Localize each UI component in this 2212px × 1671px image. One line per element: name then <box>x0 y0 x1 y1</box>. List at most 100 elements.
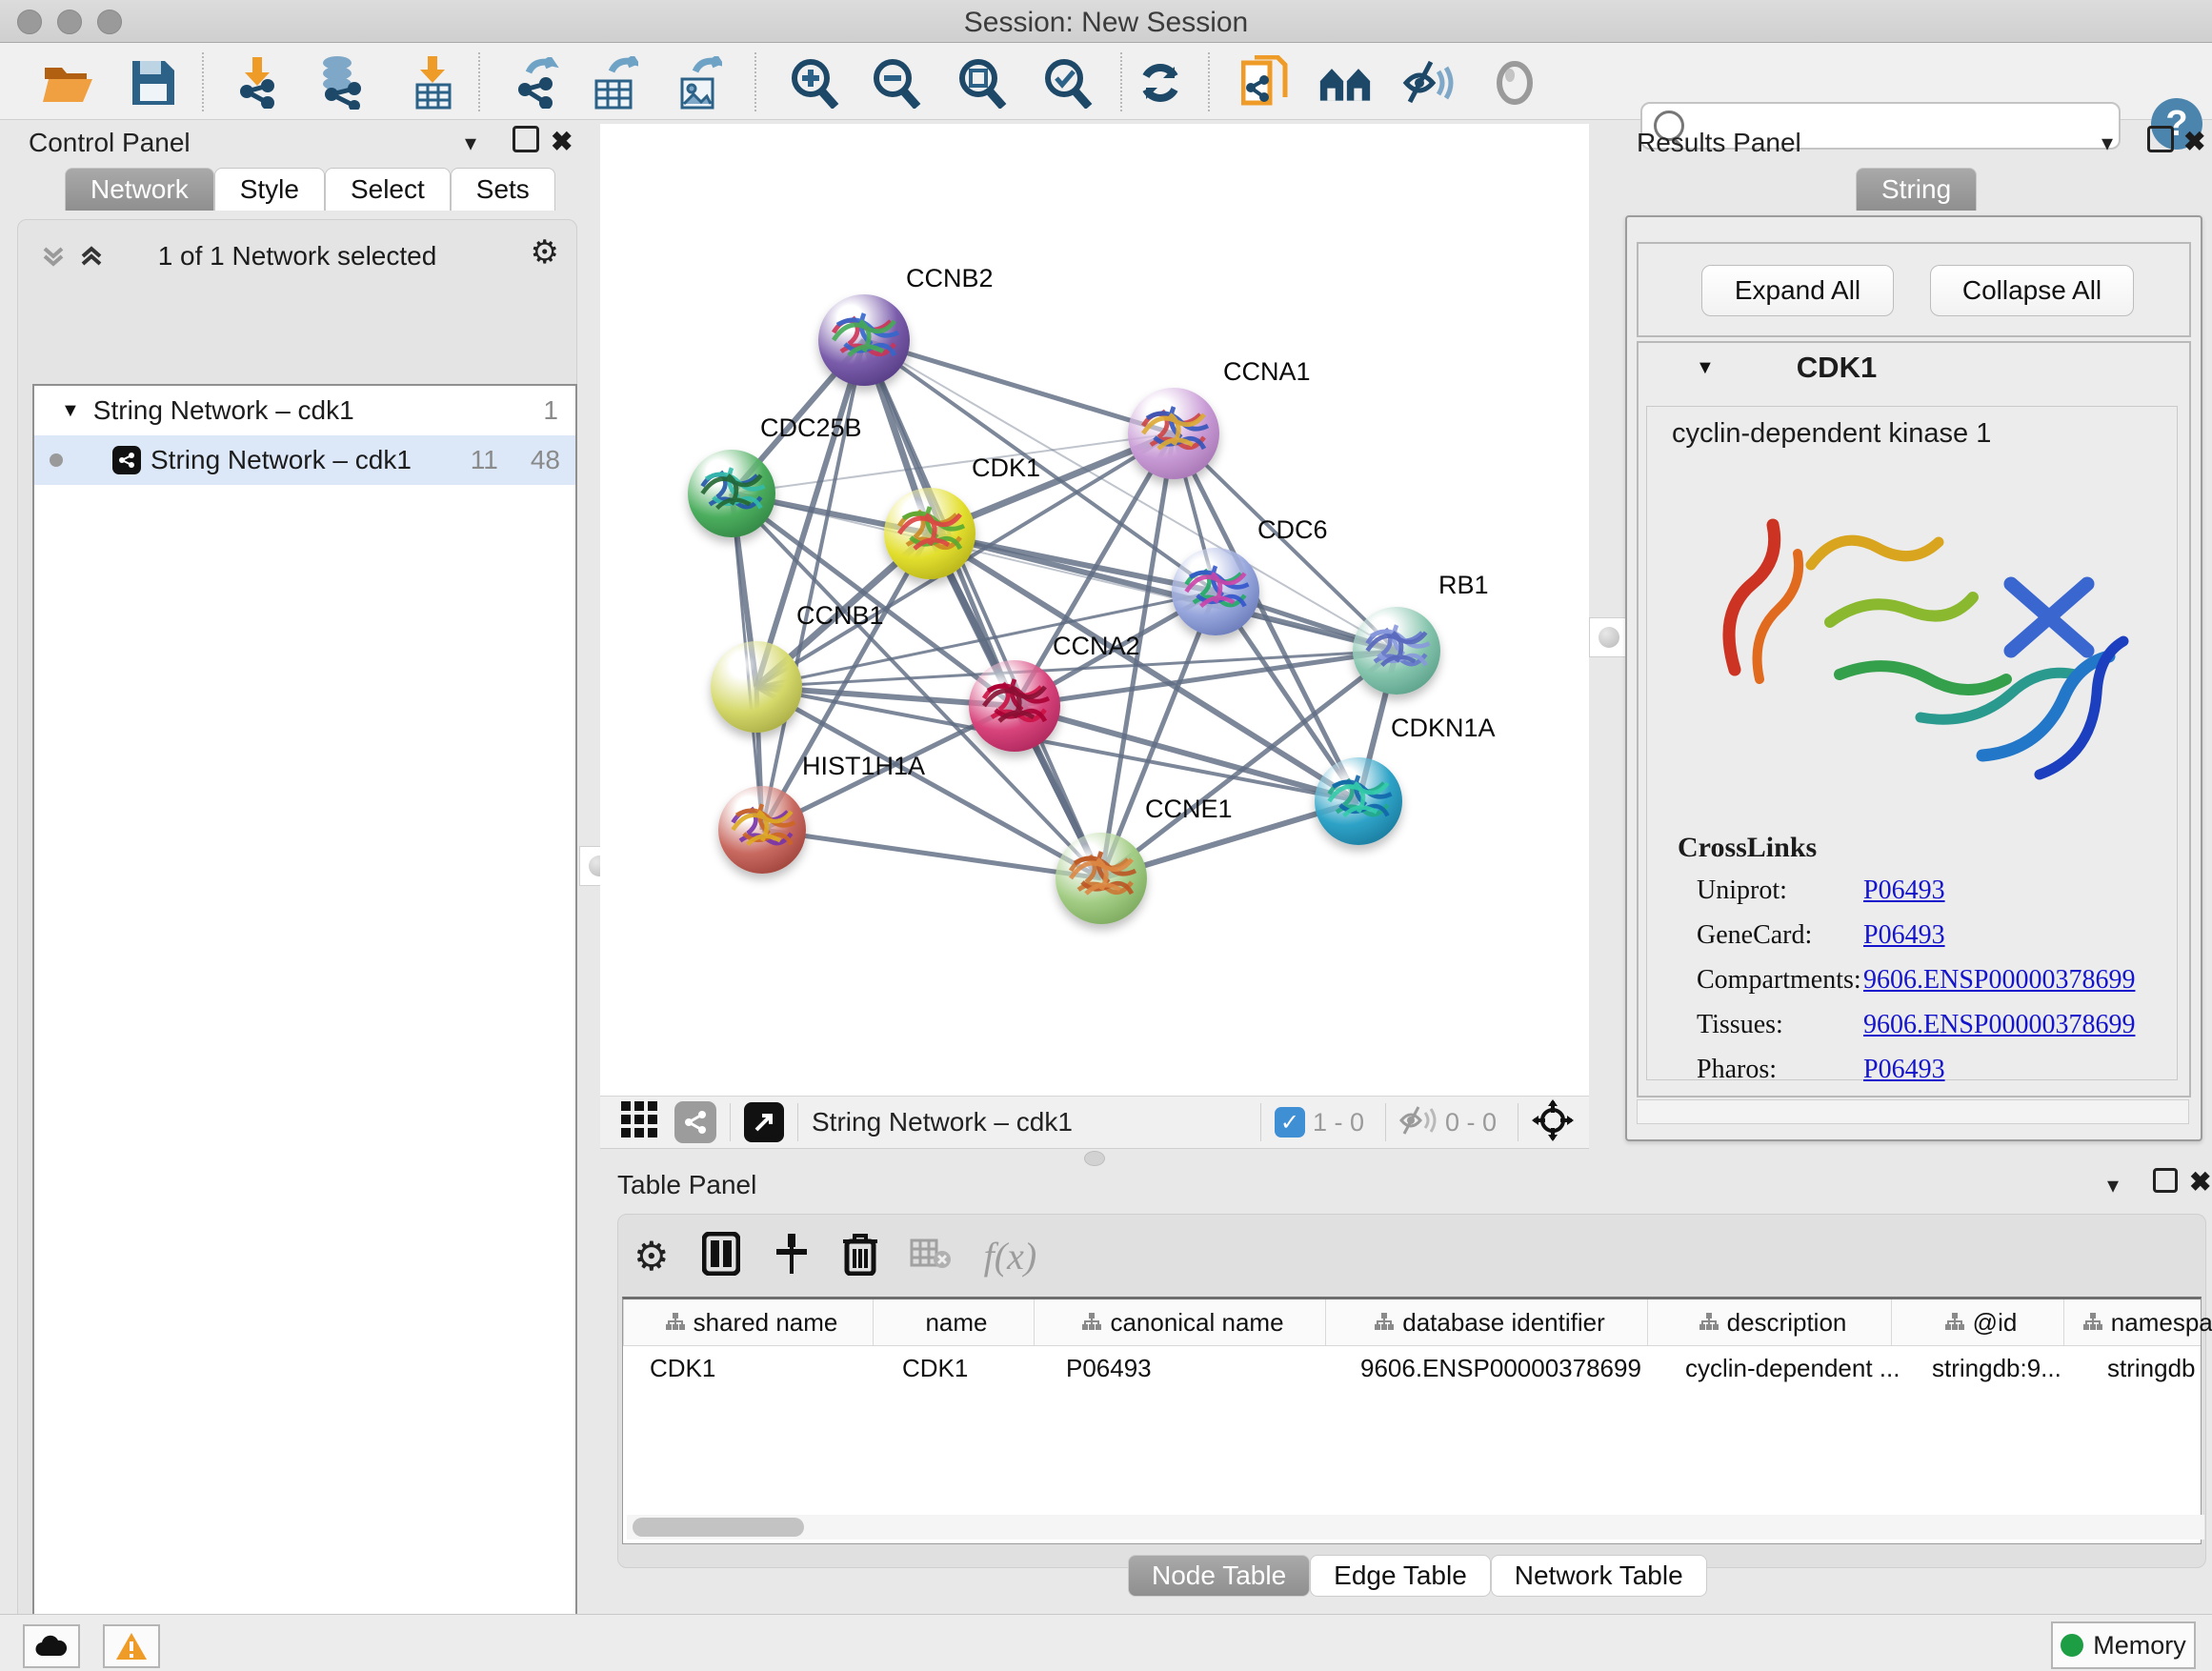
tab-network[interactable]: Network <box>65 168 214 211</box>
delete-table-icon[interactable] <box>910 1237 952 1276</box>
add-column-icon[interactable] <box>773 1232 811 1280</box>
table-cell[interactable]: CDK1 <box>893 1346 1056 1390</box>
control-panel-close-icon[interactable]: ✖ <box>551 126 573 157</box>
network-node-rb1[interactable] <box>1353 607 1440 695</box>
crosslink-link[interactable]: P06493 <box>1863 920 1945 965</box>
namespace-tree-icon <box>1699 1308 1719 1338</box>
tab-select[interactable]: Select <box>325 168 451 211</box>
network-node-ccne1[interactable] <box>1056 833 1147 924</box>
tab-sets[interactable]: Sets <box>451 168 555 211</box>
string-home-icon[interactable] <box>1318 56 1372 110</box>
right-splitter-handle[interactable] <box>1589 617 1629 657</box>
column-header--id[interactable]: @id <box>1892 1299 2064 1345</box>
control-panel-menu-icon[interactable]: ▾ <box>465 130 476 157</box>
results-panel-menu-icon[interactable]: ▾ <box>2101 130 2113 157</box>
entry-disclosure-icon[interactable]: ▼ <box>1696 357 1715 379</box>
network-node-cdc25b[interactable] <box>688 450 775 537</box>
network-collection-row[interactable]: ▼ String Network – cdk1 1 <box>34 386 575 435</box>
crosslink-link[interactable]: 9606.ENSP00000378699 <box>1863 965 2135 1010</box>
selected-nodes-checkbox-icon[interactable]: ✓ <box>1275 1107 1305 1137</box>
column-header-name[interactable]: name <box>874 1299 1035 1345</box>
crosslink-link[interactable]: 9606.ENSP00000378699 <box>1863 1010 2135 1055</box>
tab-edge-table[interactable]: Edge Table <box>1310 1555 1491 1597</box>
network-node-ccna1[interactable] <box>1128 388 1219 479</box>
birds-eye-view-icon[interactable] <box>619 1099 661 1146</box>
fit-content-crosshair-icon[interactable] <box>1532 1099 1574 1146</box>
import-table-icon[interactable] <box>406 56 459 110</box>
open-session-icon[interactable] <box>41 56 94 110</box>
column-header-database-identifier[interactable]: database identifier <box>1326 1299 1648 1345</box>
table-panel-float-icon[interactable] <box>2153 1168 2178 1193</box>
clone-network-icon[interactable] <box>1238 56 1292 110</box>
show-columns-icon[interactable] <box>702 1232 740 1280</box>
zoom-out-icon[interactable] <box>869 56 922 110</box>
delete-column-icon[interactable] <box>843 1232 877 1280</box>
hidden-items-eye-icon[interactable] <box>1399 1104 1438 1141</box>
import-network-icon[interactable] <box>231 56 284 110</box>
refresh-icon[interactable] <box>1134 56 1187 110</box>
horizontal-splitter[interactable] <box>600 1147 1589 1170</box>
crosslinks-title: CrossLinks <box>1678 832 1817 864</box>
collapse-all-button[interactable]: Collapse All <box>1930 265 2134 316</box>
table-cell[interactable]: stringdb:9... <box>1922 1346 2098 1390</box>
tab-network-table[interactable]: Network Table <box>1491 1555 1707 1597</box>
zoom-in-icon[interactable] <box>787 56 840 110</box>
column-header-canonical-name[interactable]: canonical name <box>1035 1299 1326 1345</box>
control-panel-float-icon[interactable] <box>513 126 539 152</box>
column-header-namespace[interactable]: namespace <box>2064 1299 2212 1345</box>
network-node-ccnb1[interactable] <box>711 641 802 733</box>
warnings-button[interactable] <box>103 1624 160 1668</box>
table-cell[interactable]: CDK1 <box>640 1346 893 1390</box>
show-panel-icon[interactable] <box>1488 56 1541 110</box>
network-node-cdkn1a[interactable] <box>1315 757 1402 845</box>
column-header-description[interactable]: description <box>1648 1299 1892 1345</box>
function-builder-icon[interactable]: f(x) <box>984 1234 1037 1278</box>
table-cell[interactable]: P06493 <box>1056 1346 1351 1390</box>
table-cell[interactable]: stringdb <box>2098 1346 2212 1390</box>
tab-string-results[interactable]: String <box>1856 168 1977 211</box>
export-network-icon[interactable] <box>509 56 562 110</box>
string-view-icon[interactable] <box>674 1101 716 1143</box>
results-horizontal-scrollbar[interactable] <box>1637 1099 2189 1124</box>
export-table-icon[interactable] <box>589 56 642 110</box>
entry-header[interactable]: ▼ CDK1 <box>1639 351 2189 385</box>
zoom-selected-icon[interactable] <box>1040 56 1094 110</box>
network-options-gear-icon[interactable]: ⚙ <box>531 233 559 272</box>
table-horizontal-scrollbar[interactable] <box>627 1515 2204 1540</box>
hide-panel-icon[interactable] <box>1402 56 1456 110</box>
export-image-icon[interactable] <box>673 56 726 110</box>
import-database-icon[interactable] <box>314 56 368 110</box>
column-header-shared-name[interactable]: shared name <box>624 1299 874 1345</box>
save-session-icon[interactable] <box>127 56 180 110</box>
zoom-fit-icon[interactable] <box>955 56 1008 110</box>
results-panel-title: Results Panel <box>1637 128 1801 158</box>
memory-button[interactable]: Memory <box>2051 1621 2196 1669</box>
scrollbar-thumb[interactable] <box>633 1518 804 1537</box>
table-options-gear-icon[interactable]: ⚙ <box>633 1233 670 1279</box>
collection-label: String Network – cdk1 <box>93 395 354 426</box>
network-node-hist1h1a[interactable] <box>718 786 806 874</box>
network-node-ccnb2[interactable] <box>818 294 910 386</box>
network-node-ccna2[interactable] <box>969 660 1060 752</box>
results-panel-float-icon[interactable] <box>2147 126 2174 152</box>
network-view-canvas[interactable]: CCNB2CCNA1CDC25BCDK1CDC6RB1CCNB1CCNA2CDK… <box>600 124 1589 1096</box>
table-cell[interactable]: 9606.ENSP00000378699 <box>1351 1346 1676 1390</box>
table-panel-close-icon[interactable]: ✖ <box>2189 1166 2211 1198</box>
results-panel-close-icon[interactable]: ✖ <box>2183 126 2205 157</box>
network-node-cdk1[interactable] <box>884 488 975 579</box>
open-in-browser-icon[interactable] <box>744 1102 784 1142</box>
crosslink-link[interactable]: P06493 <box>1863 1055 1945 1099</box>
network-node-cdc6[interactable] <box>1172 548 1259 635</box>
tab-node-table[interactable]: Node Table <box>1128 1555 1310 1597</box>
tab-style[interactable]: Style <box>214 168 325 211</box>
expand-all-button[interactable]: Expand All <box>1701 265 1894 316</box>
collection-disclosure-icon[interactable]: ▼ <box>61 400 80 422</box>
crosslink-link[interactable]: P06493 <box>1863 876 1945 920</box>
table-cell[interactable]: cyclin-dependent ... <box>1676 1346 1922 1390</box>
network-row[interactable]: String Network – cdk1 11 48 <box>34 435 575 485</box>
table-panel-menu-icon[interactable]: ▾ <box>2107 1172 2119 1199</box>
table-row[interactable]: CDK1CDK1P064939606.ENSP00000378699cyclin… <box>623 1346 2201 1390</box>
cloud-status-button[interactable] <box>23 1624 80 1668</box>
results-scroll-area[interactable]: ▼ CDK1 cyclin-dependent kinase 1 <box>1637 341 2191 1097</box>
footer-separator <box>797 1103 798 1141</box>
